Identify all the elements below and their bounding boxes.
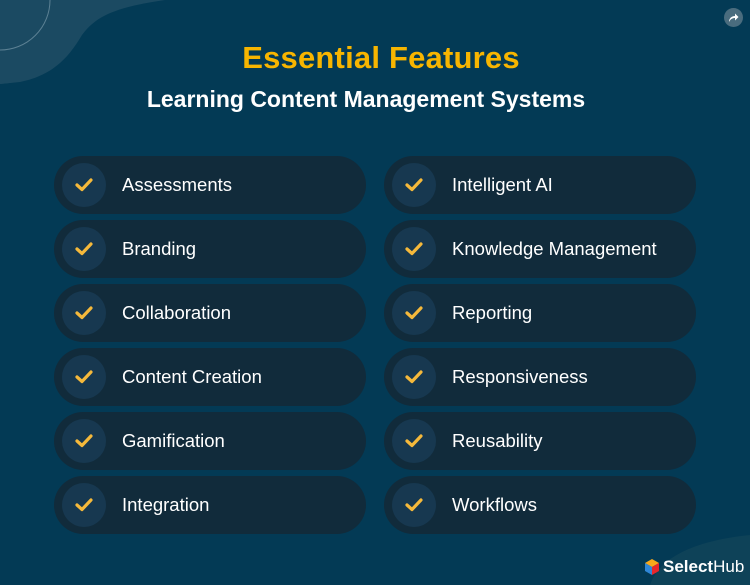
check-circle: [392, 355, 436, 399]
check-icon: [405, 498, 423, 512]
check-circle: [392, 291, 436, 335]
feature-item: Knowledge Management: [384, 220, 696, 278]
feature-item: Workflows: [384, 476, 696, 534]
check-icon: [405, 370, 423, 384]
check-circle: [392, 227, 436, 271]
selecthub-logo: SelectHub: [645, 557, 744, 577]
feature-label: Integration: [122, 494, 210, 515]
check-icon: [75, 434, 93, 448]
check-circle: [392, 483, 436, 527]
feature-label: Reporting: [452, 302, 533, 323]
feature-item: Content Creation: [54, 348, 366, 406]
feature-item: Responsiveness: [384, 348, 696, 406]
check-circle: [392, 163, 436, 207]
feature-label: Collaboration: [122, 302, 232, 323]
feature-item: Intelligent AI: [384, 156, 696, 214]
feature-item: Integration: [54, 476, 366, 534]
feature-item: Branding: [54, 220, 366, 278]
feature-label: Workflows: [452, 494, 537, 515]
check-icon: [75, 242, 93, 256]
share-button[interactable]: [724, 8, 743, 27]
feature-label: Knowledge Management: [452, 238, 657, 259]
page-subtitle: Learning Content Management Systems: [146, 86, 586, 112]
check-icon: [75, 178, 93, 192]
feature-label: Reusability: [452, 430, 543, 451]
feature-label: Responsiveness: [452, 366, 588, 387]
check-circle: [62, 419, 106, 463]
check-icon: [405, 178, 423, 192]
check-icon: [75, 498, 93, 512]
check-icon: [405, 306, 423, 320]
logo-icon: [645, 559, 659, 575]
feature-label: Gamification: [122, 430, 225, 451]
check-circle: [62, 355, 106, 399]
logo-text: SelectHub: [663, 557, 745, 576]
feature-item: Reporting: [384, 284, 696, 342]
check-icon: [405, 434, 423, 448]
check-circle: [62, 227, 106, 271]
feature-item: Reusability: [384, 412, 696, 470]
feature-label: Intelligent AI: [452, 174, 553, 195]
feature-item: Gamification: [54, 412, 366, 470]
check-circle: [62, 291, 106, 335]
feature-label: Branding: [122, 238, 197, 259]
check-circle: [62, 483, 106, 527]
features-grid: Assessments Intelligent AI Branding Knowled…: [54, 156, 696, 534]
feature-label: Content Creation: [122, 366, 262, 387]
check-circle: [392, 419, 436, 463]
check-icon: [75, 306, 93, 320]
share-icon: [729, 13, 739, 22]
feature-item: Assessments: [54, 156, 366, 214]
check-circle: [62, 163, 106, 207]
check-icon: [405, 242, 423, 256]
feature-item: Collaboration: [54, 284, 366, 342]
feature-label: Assessments: [122, 174, 233, 195]
check-icon: [75, 370, 93, 384]
page-title: Essential Features: [242, 40, 520, 75]
